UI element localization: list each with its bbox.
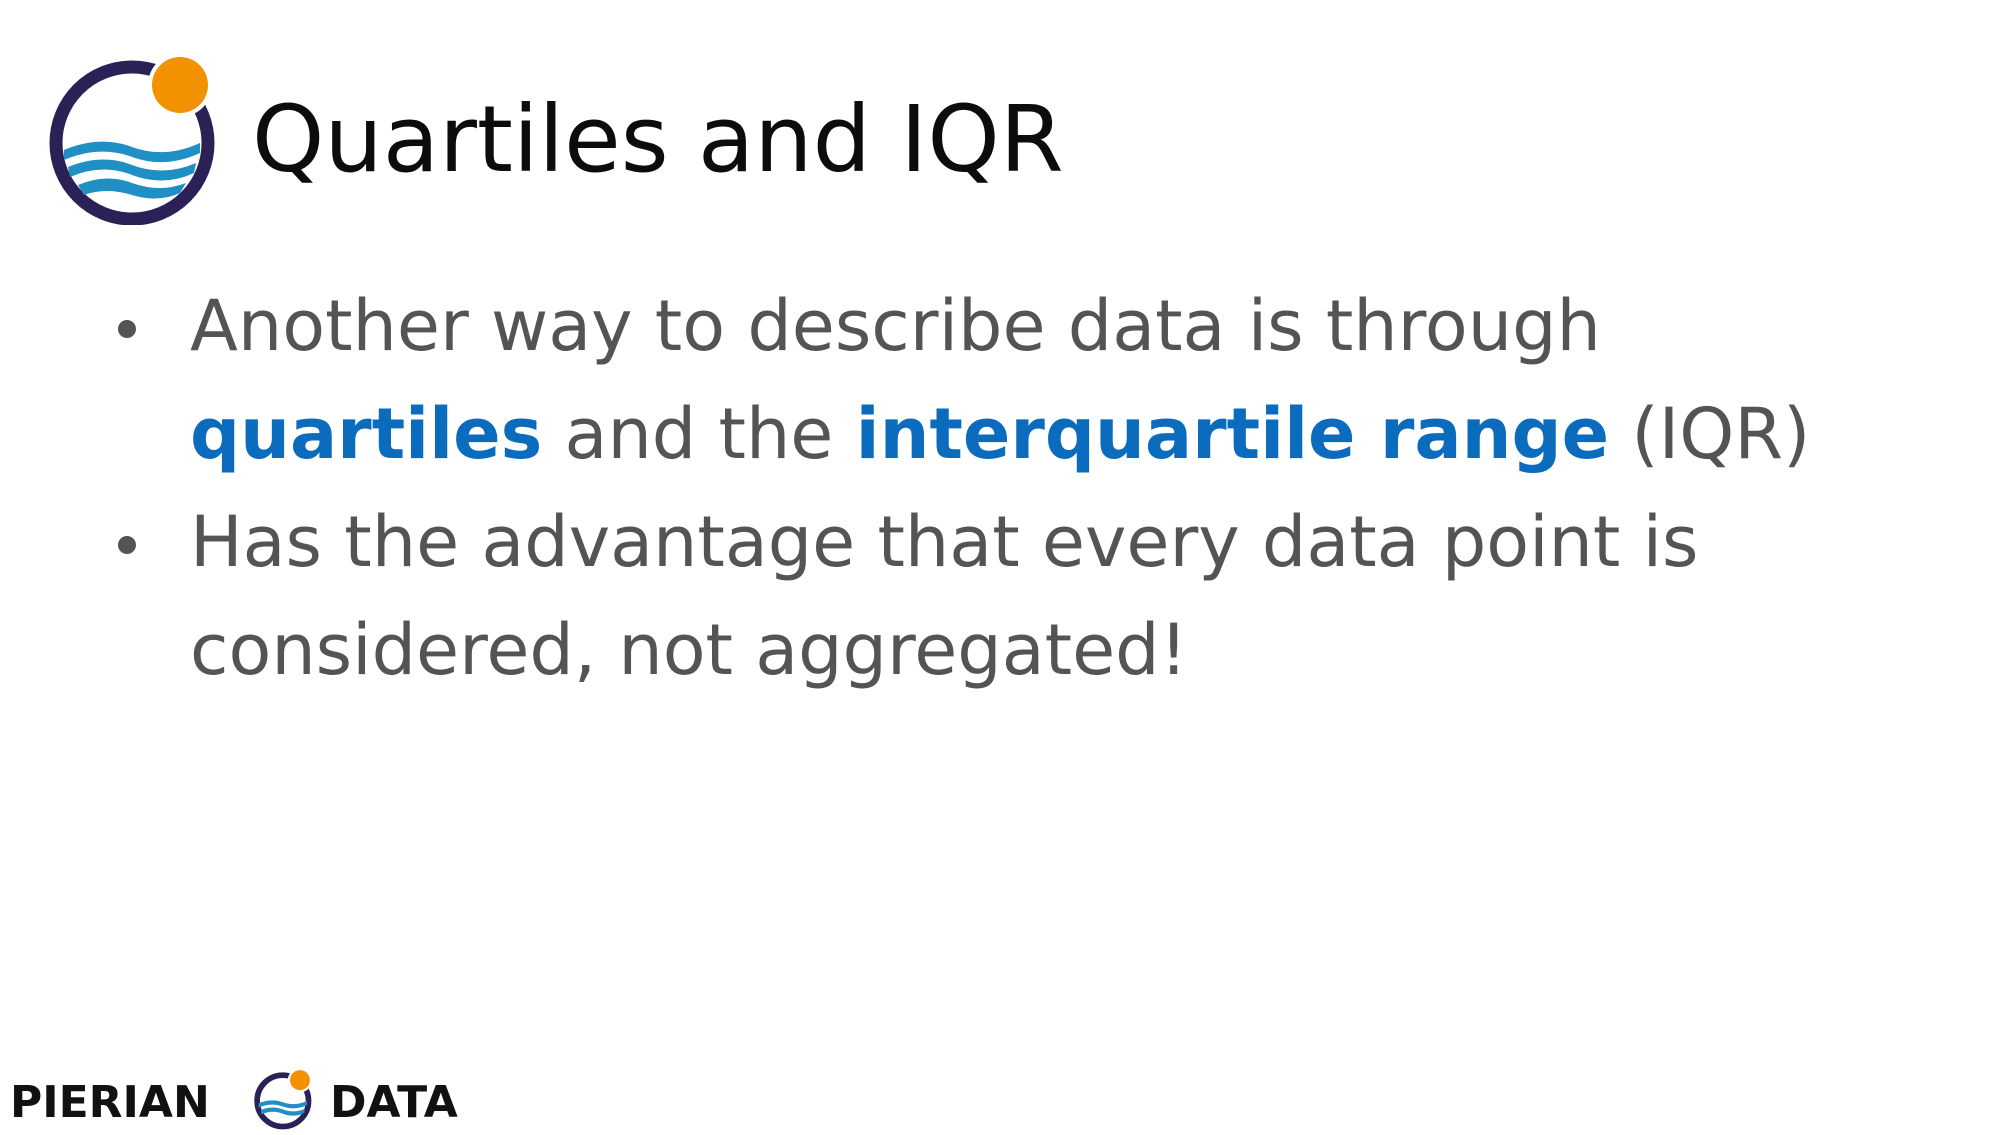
bullet-item: Another way to describe data is through … — [110, 272, 1930, 488]
footer-brand-right: DATA — [330, 1077, 458, 1128]
bullet-item: Has the advantage that every data point … — [110, 488, 1930, 704]
bullet-text: Another way to describe data is through — [190, 285, 1601, 367]
bullet-dot-icon — [118, 320, 136, 338]
footer-brand-left: PIERIAN — [10, 1077, 210, 1128]
highlight-interquartile-range: interquartile range — [855, 393, 1610, 475]
highlight-quartiles: quartiles — [190, 393, 543, 475]
bullet-dot-icon — [118, 536, 136, 554]
bullet-text: Has the advantage that every data point … — [190, 501, 1699, 691]
bullet-text: and the — [542, 393, 856, 475]
bullet-list: Another way to describe data is through … — [110, 272, 1930, 704]
pierian-data-logo-icon — [49, 53, 215, 225]
slide: Quartiles and IQR Another way to describ… — [0, 0, 2000, 1130]
pierian-data-small-logo-icon — [254, 1068, 313, 1130]
page-title: Quartiles and IQR — [252, 86, 1064, 193]
bullet-text: (IQR) — [1609, 393, 1811, 475]
